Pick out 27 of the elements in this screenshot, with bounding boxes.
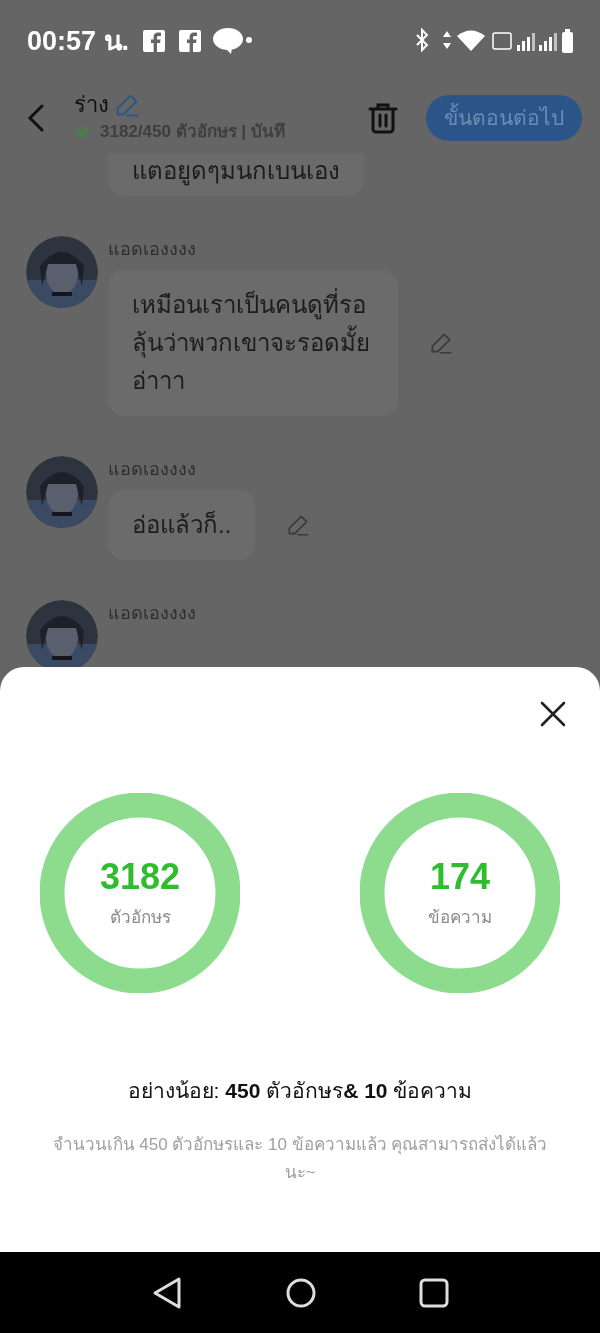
back-triangle-icon[interactable]	[151, 1275, 183, 1310]
next-step-button[interactable]: ขั้นตอนต่อไป	[426, 95, 582, 141]
stat-value: 3182	[99, 855, 181, 900]
stat-label: ตัวอักษร	[109, 907, 171, 930]
social-app-icon	[143, 30, 166, 52]
close-button[interactable]	[540, 701, 566, 727]
check-icon	[74, 124, 90, 140]
close-icon	[540, 701, 566, 727]
message-bubble: อ่อแล้วก็..	[108, 490, 256, 560]
recent-apps-icon[interactable]	[419, 1277, 449, 1308]
sender-name: แอดเองงงง	[108, 238, 197, 261]
message-bubble: เหมือนเราเป็นคนดูที่รอลุ้นว่าพวกเขาจะรอดมั้ยอ่าาา	[108, 270, 398, 416]
stat-value: 174	[429, 855, 491, 900]
trash-icon[interactable]	[368, 102, 398, 134]
status-time: 00:57 น.	[27, 24, 130, 58]
pencil-icon[interactable]	[285, 512, 312, 538]
message-bubble: แตอยูดๆมนกเบนเอง	[108, 154, 364, 196]
home-circle-icon[interactable]	[285, 1276, 317, 1309]
stat-label: ข้อความ	[428, 907, 492, 930]
chat-bubble-icon	[213, 28, 254, 54]
social-app-icon	[179, 30, 202, 52]
pencil-icon[interactable]	[428, 330, 454, 356]
draft-title: ร่าง	[74, 91, 109, 120]
sender-name: แอดเองงงง	[108, 602, 196, 625]
minimum-requirement: อย่างน้อย: 450 ตัวอักษร& 10 ข้อความ	[127, 1078, 473, 1104]
requirement-note: จำนวนเกิน 450 ตัวอักษรและ 10 ข้อความแล้ว คุณสามารถส่งได้แล้วนะ~	[51, 1133, 549, 1184]
sender-name: แอดเองงงง	[108, 458, 197, 481]
